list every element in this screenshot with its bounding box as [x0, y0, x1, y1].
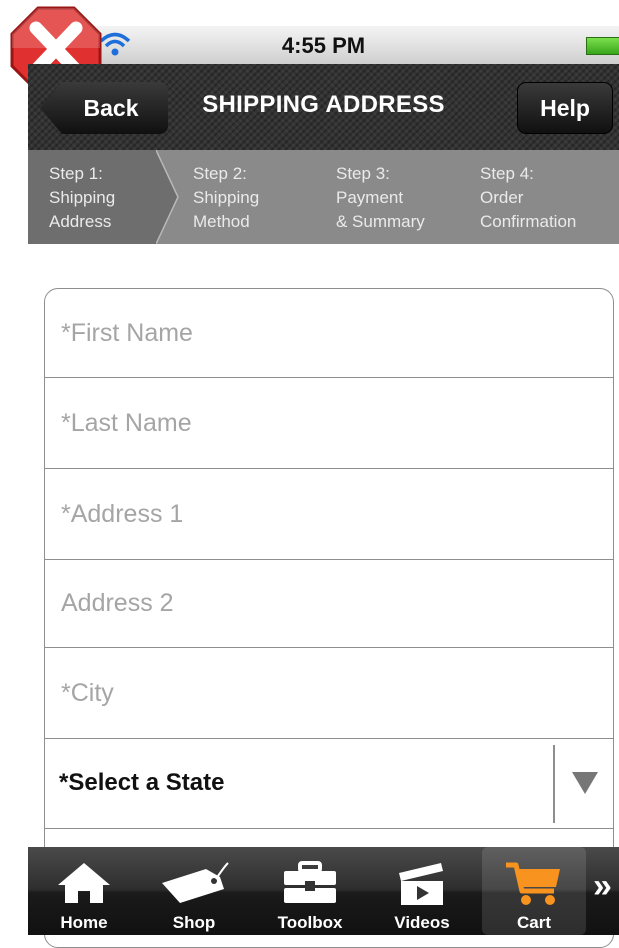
step-line: Address [49, 212, 112, 231]
last-name-field[interactable] [59, 378, 599, 468]
step-line: Step 1: [49, 164, 103, 183]
step-shipping-method[interactable]: Step 2: Shipping Method [193, 162, 259, 234]
step-chevron [156, 150, 179, 244]
tab-label: Toolbox [277, 913, 343, 932]
step-line: Confirmation [480, 212, 577, 231]
first-name-field[interactable] [59, 289, 599, 377]
step-line: Order [480, 188, 524, 207]
tab-videos[interactable]: Videos [370, 847, 474, 935]
page-title: SHIPPING ADDRESS [202, 91, 445, 118]
cart-icon [506, 862, 560, 905]
checkout-steps: Step 1: Shipping Address Step 2: Shippin… [28, 150, 619, 244]
tab-label: Videos [394, 913, 450, 932]
tab-label: Shop [172, 913, 216, 932]
step-payment-summary[interactable]: Step 3: Payment & Summary [336, 162, 425, 234]
tab-label: Home [60, 913, 108, 932]
city-row [45, 648, 613, 739]
divider [553, 745, 555, 823]
tab-label: Cart [516, 913, 551, 932]
state-select[interactable]: *Select a State [45, 739, 613, 829]
tab-shop[interactable]: Shop [142, 847, 246, 935]
first-name-row [45, 289, 613, 378]
step-line: Step 3: [336, 164, 390, 183]
help-button[interactable]: Help [517, 82, 613, 134]
more-tabs-icon[interactable]: » [593, 867, 619, 906]
toolbox-icon [284, 861, 336, 903]
step-order-confirmation[interactable]: Step 4: Order Confirmation [480, 162, 576, 234]
step-line: Shipping [193, 188, 260, 207]
address2-field[interactable] [59, 560, 599, 647]
tab-bar: Home Shop Toolbox Videos Cart » [28, 847, 619, 935]
step-line: Method [193, 212, 250, 231]
tab-cart[interactable]: Cart [482, 847, 586, 935]
navigation-bar: Back SHIPPING ADDRESS Help [28, 64, 619, 151]
city-field[interactable] [59, 648, 599, 738]
video-clapper-icon [399, 863, 443, 905]
state-select-label: *Select a State [59, 769, 225, 796]
address1-row [45, 469, 613, 560]
step-line: Shipping [49, 188, 116, 207]
address1-field[interactable] [59, 469, 599, 559]
step-line: Payment [336, 188, 404, 207]
step-line: Step 2: [193, 164, 247, 183]
step-shipping-address[interactable]: Step 1: Shipping Address [49, 162, 115, 234]
tab-toolbox[interactable]: Toolbox [258, 847, 362, 935]
step-line: & Summary [336, 212, 425, 231]
last-name-row [45, 378, 613, 469]
status-time: 4:55 PM [281, 33, 366, 58]
tag-icon [162, 862, 229, 903]
home-icon [58, 863, 110, 903]
chevron-down-icon[interactable] [572, 772, 598, 794]
tab-home[interactable]: Home [32, 847, 136, 935]
step-line: Step 4: [480, 164, 534, 183]
address2-row [45, 560, 613, 648]
battery-icon [586, 37, 619, 55]
status-bar: 4:55 PM [28, 26, 619, 65]
